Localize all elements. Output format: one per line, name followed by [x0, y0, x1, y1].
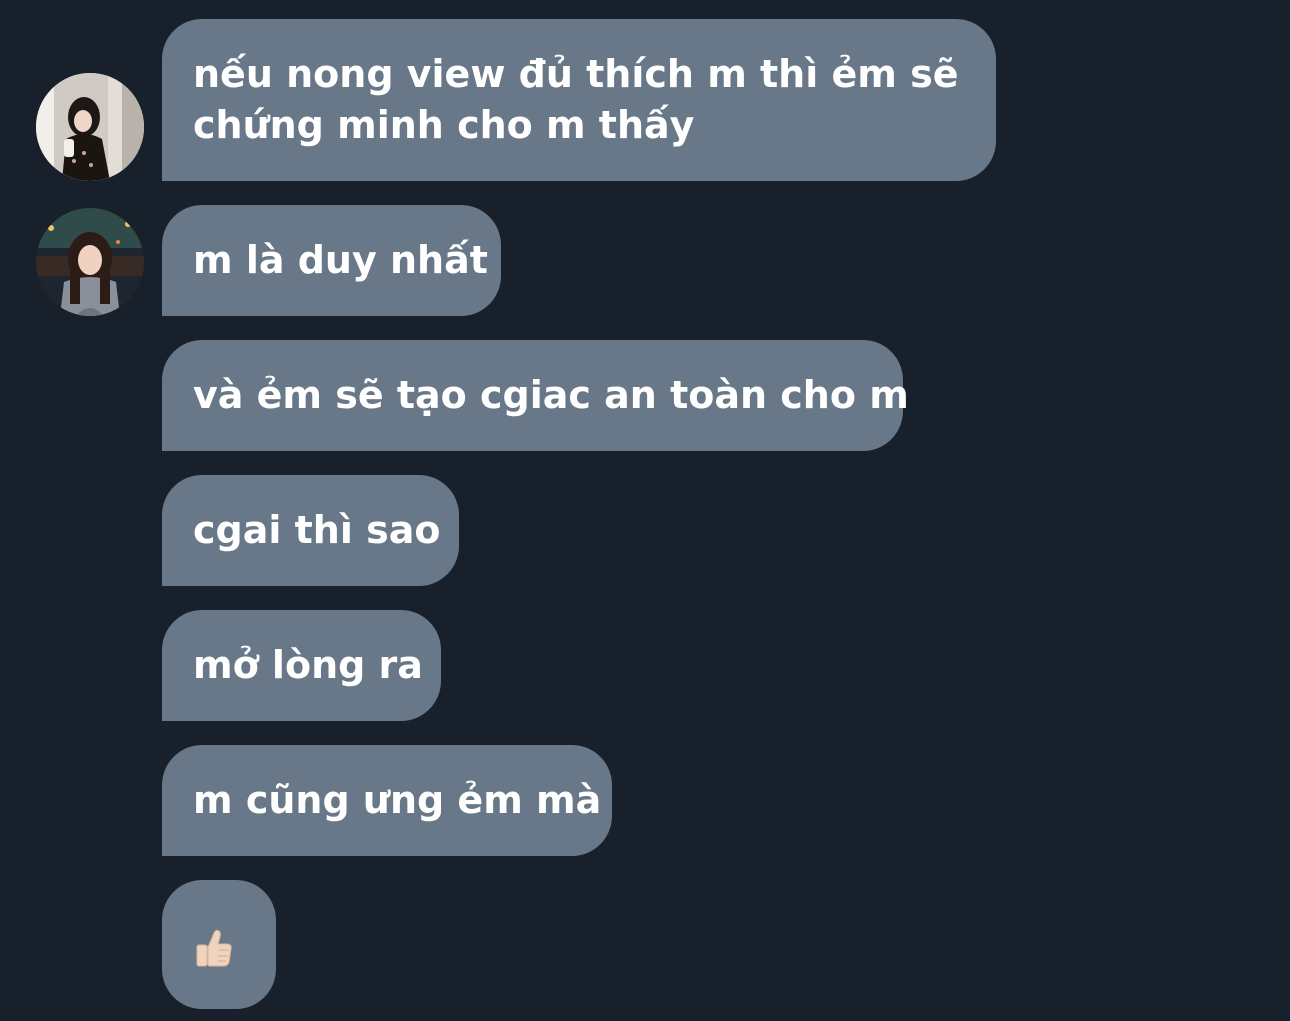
- message-text: nếu nong view đủ thích m thì ẻm sẽ chứng…: [193, 52, 959, 147]
- message-bubble[interactable]: cgai thì sao: [162, 475, 459, 586]
- thumbs-up-icon: [192, 926, 236, 970]
- avatar[interactable]: [36, 73, 144, 181]
- message-text: m cũng ưng ẻm mà: [193, 778, 602, 822]
- message-bubble[interactable]: mở lòng ra: [162, 610, 441, 721]
- message-bubble[interactable]: nếu nong view đủ thích m thì ẻm sẽ chứng…: [162, 19, 996, 181]
- message-text: m là duy nhất: [193, 238, 488, 282]
- message-bubble[interactable]: m là duy nhất: [162, 205, 501, 316]
- chat-thread: nếu nong view đủ thích m thì ẻm sẽ chứng…: [0, 0, 1290, 1021]
- message-bubble-emoji[interactable]: [162, 880, 276, 1009]
- avatar-photo-icon: [36, 208, 144, 316]
- message-text: mở lòng ra: [193, 643, 423, 687]
- message-bubble[interactable]: m cũng ưng ẻm mà: [162, 745, 612, 856]
- message-text: và ẻm sẽ tạo cgiac an toàn cho m: [193, 373, 909, 417]
- message-text: cgai thì sao: [193, 508, 441, 552]
- message-bubble[interactable]: và ẻm sẽ tạo cgiac an toàn cho m: [162, 340, 909, 451]
- avatar-photo-icon: [36, 73, 144, 181]
- avatar[interactable]: [36, 208, 144, 316]
